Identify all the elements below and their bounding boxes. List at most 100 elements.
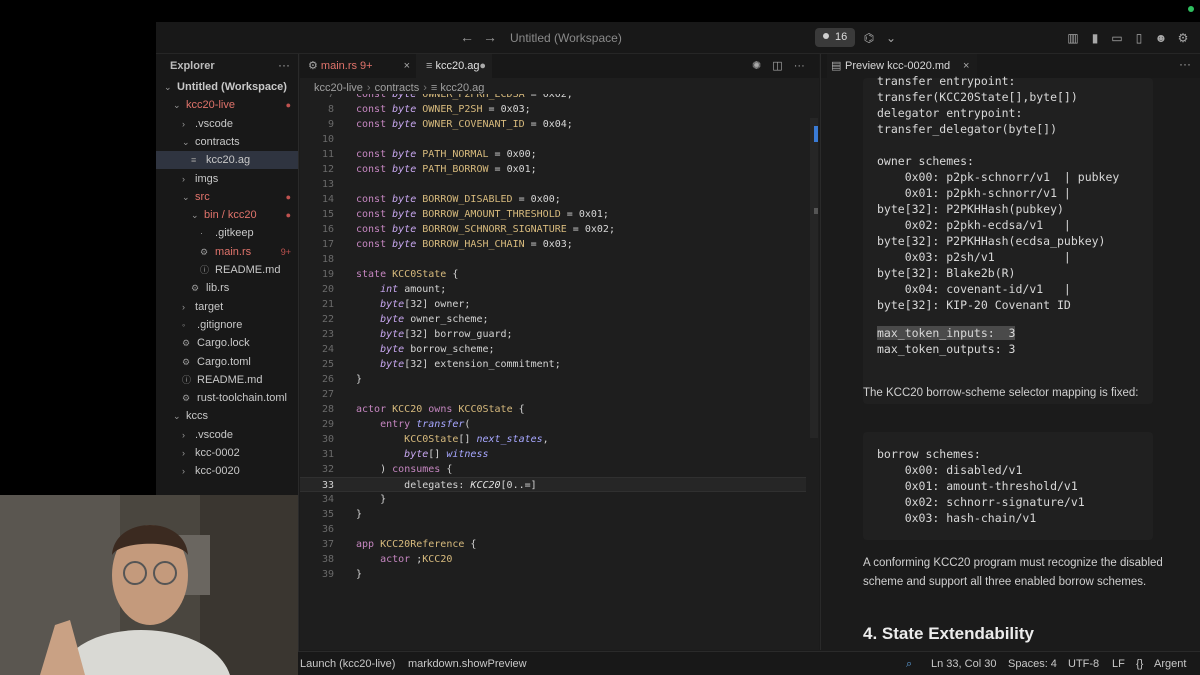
tab-kcc20-ag[interactable]: ≡ kcc20.ag ● bbox=[416, 54, 492, 78]
tree-item[interactable]: · .gitkeep bbox=[156, 224, 298, 242]
preview-icon: ▤ bbox=[831, 60, 842, 72]
indentation[interactable]: Spaces: 4 bbox=[1008, 658, 1057, 670]
top-black-margin bbox=[156, 0, 1200, 22]
code-text: } bbox=[356, 509, 363, 520]
tree-item-label: README.md bbox=[194, 373, 263, 386]
line-number: 17 bbox=[321, 239, 334, 250]
breadcrumb-item[interactable]: kcc20-live bbox=[314, 82, 363, 94]
file-icon: ◦ bbox=[182, 319, 186, 330]
editor-actions: ✺ ◫ ··· bbox=[752, 59, 805, 72]
editor-window: ← → Untitled (Workspace) 16 ⌬ ⌄ ▥ ▮ ▭ ▯ … bbox=[156, 22, 1200, 675]
tree-item[interactable]: ⓘ README.md bbox=[156, 371, 298, 389]
unsaved-dot-icon[interactable]: ● bbox=[479, 54, 486, 78]
tab-label: Preview kcc-0020.md bbox=[845, 60, 951, 72]
chevron-right-icon: › bbox=[182, 301, 185, 312]
code-text: } bbox=[356, 374, 363, 385]
line-number: 22 bbox=[321, 314, 334, 325]
tree-item[interactable]: › kcc-0020 bbox=[156, 462, 298, 480]
more-actions-icon[interactable]: ··· bbox=[794, 60, 805, 72]
ai-assist-icon[interactable]: ✺ bbox=[752, 60, 761, 72]
editor-scrollbar[interactable] bbox=[810, 118, 818, 438]
code-line: 8 const byte OWNER_P2SH = 0x03; bbox=[300, 102, 806, 117]
copilot-icon[interactable]: ⌬ bbox=[862, 31, 876, 45]
code-line: 9 const byte OWNER_COVENANT_ID = 0x04; bbox=[300, 117, 806, 132]
chevron-down-icon: ⌄ bbox=[191, 210, 199, 221]
breadcrumb-item[interactable]: contracts bbox=[375, 82, 420, 94]
more-actions-icon[interactable]: ··· bbox=[1179, 57, 1191, 71]
toggle-panel-icon[interactable]: ▭ bbox=[1110, 31, 1124, 45]
code-text: byte[32] owner; bbox=[380, 299, 471, 310]
code-line: 23 byte[32] borrow_guard; bbox=[300, 327, 806, 342]
code-area[interactable]: 7 const byte OWNER_P2PKH_ECDSA = 0x02; 8 co… bbox=[300, 94, 819, 614]
breadcrumb-item[interactable]: kcc20.ag bbox=[440, 82, 484, 94]
code-line: 38 actor ;KCC20 bbox=[300, 552, 806, 567]
tree-item-label: main.rs bbox=[212, 245, 252, 258]
line-number: 16 bbox=[321, 224, 334, 235]
tree-item-label: src bbox=[192, 190, 210, 203]
tree-item[interactable]: › .vscode bbox=[156, 426, 298, 444]
code-block-line: max_token_outputs: 3 bbox=[877, 342, 1016, 356]
code-text: const byte PATH_BORROW = 0x01; bbox=[356, 164, 537, 175]
tree-item[interactable]: › target bbox=[156, 298, 298, 316]
tree-item[interactable]: ⓘ README.md bbox=[156, 261, 298, 279]
tree-item[interactable]: › kcc-0002 bbox=[156, 444, 298, 462]
tab-main-rs[interactable]: ⚙ main.rs 9+ × bbox=[308, 54, 416, 78]
tree-item[interactable]: ≡ kcc20.ag bbox=[156, 151, 298, 170]
tree-item[interactable]: ⚙ main.rs 9+ bbox=[156, 243, 298, 261]
layout-icon[interactable]: ▥ bbox=[1066, 31, 1080, 45]
code-line: 15 const byte BORROW_AMOUNT_THRESHOLD = 0… bbox=[300, 207, 806, 222]
tree-item-label: rust-toolchain.toml bbox=[194, 392, 287, 405]
paragraph: The KCC20 borrow-scheme selector mapping… bbox=[863, 387, 1139, 399]
file-icon: · bbox=[200, 228, 203, 239]
tree-item[interactable]: ⚙ rust-toolchain.toml bbox=[156, 389, 298, 407]
launch-config[interactable]: Launch (kcc20-live) bbox=[300, 658, 395, 670]
split-editor-icon[interactable]: ◫ bbox=[772, 60, 782, 72]
toggle-secondary-sidebar-icon[interactable]: ▯ bbox=[1132, 31, 1146, 45]
arrow-right-icon[interactable]: → bbox=[483, 29, 497, 45]
tree-item[interactable]: ⌄ contracts bbox=[156, 133, 298, 151]
code-text: const byte BORROW_SCHNORR_SIGNATURE = 0x… bbox=[356, 224, 615, 235]
tree-item[interactable]: ⚙ Cargo.lock bbox=[156, 334, 298, 352]
file-icon: ⚙ bbox=[182, 393, 191, 404]
tree-item[interactable]: ◦ .gitignore bbox=[156, 316, 298, 334]
line-number: 29 bbox=[321, 419, 334, 430]
chevron-down-icon: ⌄ bbox=[173, 100, 181, 111]
tree-item[interactable]: › .vscode bbox=[156, 115, 298, 133]
code-text: delegates: KCC20[0..=] bbox=[404, 480, 537, 491]
status-bar: Launch (kcc20-live) markdown.showPreview… bbox=[156, 651, 1200, 675]
tree-item[interactable]: ⌄ kccs bbox=[156, 407, 298, 425]
account-avatar-icon[interactable]: ☻ bbox=[1154, 31, 1168, 45]
tree-item[interactable]: ⌄ kcc20-live ● bbox=[156, 96, 298, 114]
tree-item-label: kcc-0002 bbox=[192, 447, 240, 459]
editor-tabs: ⚙ main.rs 9+ × ≡ kcc20.ag ● ✺ ◫ ··· bbox=[300, 54, 819, 78]
line-number: 35 bbox=[321, 509, 334, 520]
tree-item[interactable]: ⚙ Cargo.toml bbox=[156, 353, 298, 371]
chevron-down-icon[interactable]: ⌄ bbox=[884, 31, 898, 45]
more-actions-icon[interactable]: ··· bbox=[278, 58, 290, 72]
code-line: 22 byte owner_scheme; bbox=[300, 312, 806, 327]
tree-item[interactable]: ⌄ src ● bbox=[156, 188, 298, 206]
tree-item-label: lib.rs bbox=[203, 282, 230, 295]
tree-item[interactable]: › imgs bbox=[156, 170, 298, 188]
arrow-left-icon[interactable]: ← bbox=[460, 29, 474, 45]
code-line: 17 const byte BORROW_HASH_CHAIN = 0x03; bbox=[300, 237, 806, 252]
encoding[interactable]: UTF-8 bbox=[1068, 658, 1099, 670]
line-ending[interactable]: LF bbox=[1112, 658, 1125, 670]
tree-item-label: Cargo.toml bbox=[194, 355, 251, 368]
tree-item[interactable]: ⌄ bin / kcc20 ● bbox=[156, 206, 298, 224]
chevron-down-icon: ⌄ bbox=[182, 191, 190, 202]
code-text: entry transfer( bbox=[380, 419, 471, 430]
toggle-sidebar-icon[interactable]: ▮ bbox=[1088, 31, 1102, 45]
cursor-position[interactable]: Ln 33, Col 30 bbox=[931, 658, 996, 670]
notification-badge[interactable]: 16 bbox=[815, 28, 855, 47]
line-number: 8 bbox=[327, 104, 334, 115]
language-mode[interactable]: Argent bbox=[1154, 658, 1186, 670]
code-line: 16 const byte BORROW_SCHNORR_SIGNATURE = … bbox=[300, 222, 806, 237]
gear-icon[interactable]: ⚙ bbox=[1176, 31, 1190, 45]
close-icon[interactable]: × bbox=[404, 54, 410, 78]
line-number: 9 bbox=[327, 119, 334, 130]
code-text: const byte OWNER_COVENANT_ID = 0x04; bbox=[356, 119, 573, 130]
zoom-icon[interactable]: ⌕ bbox=[906, 658, 912, 671]
tree-item[interactable]: ⚙ lib.rs bbox=[156, 279, 298, 297]
tree-item[interactable]: ⌄ Untitled (Workspace) bbox=[156, 78, 298, 96]
